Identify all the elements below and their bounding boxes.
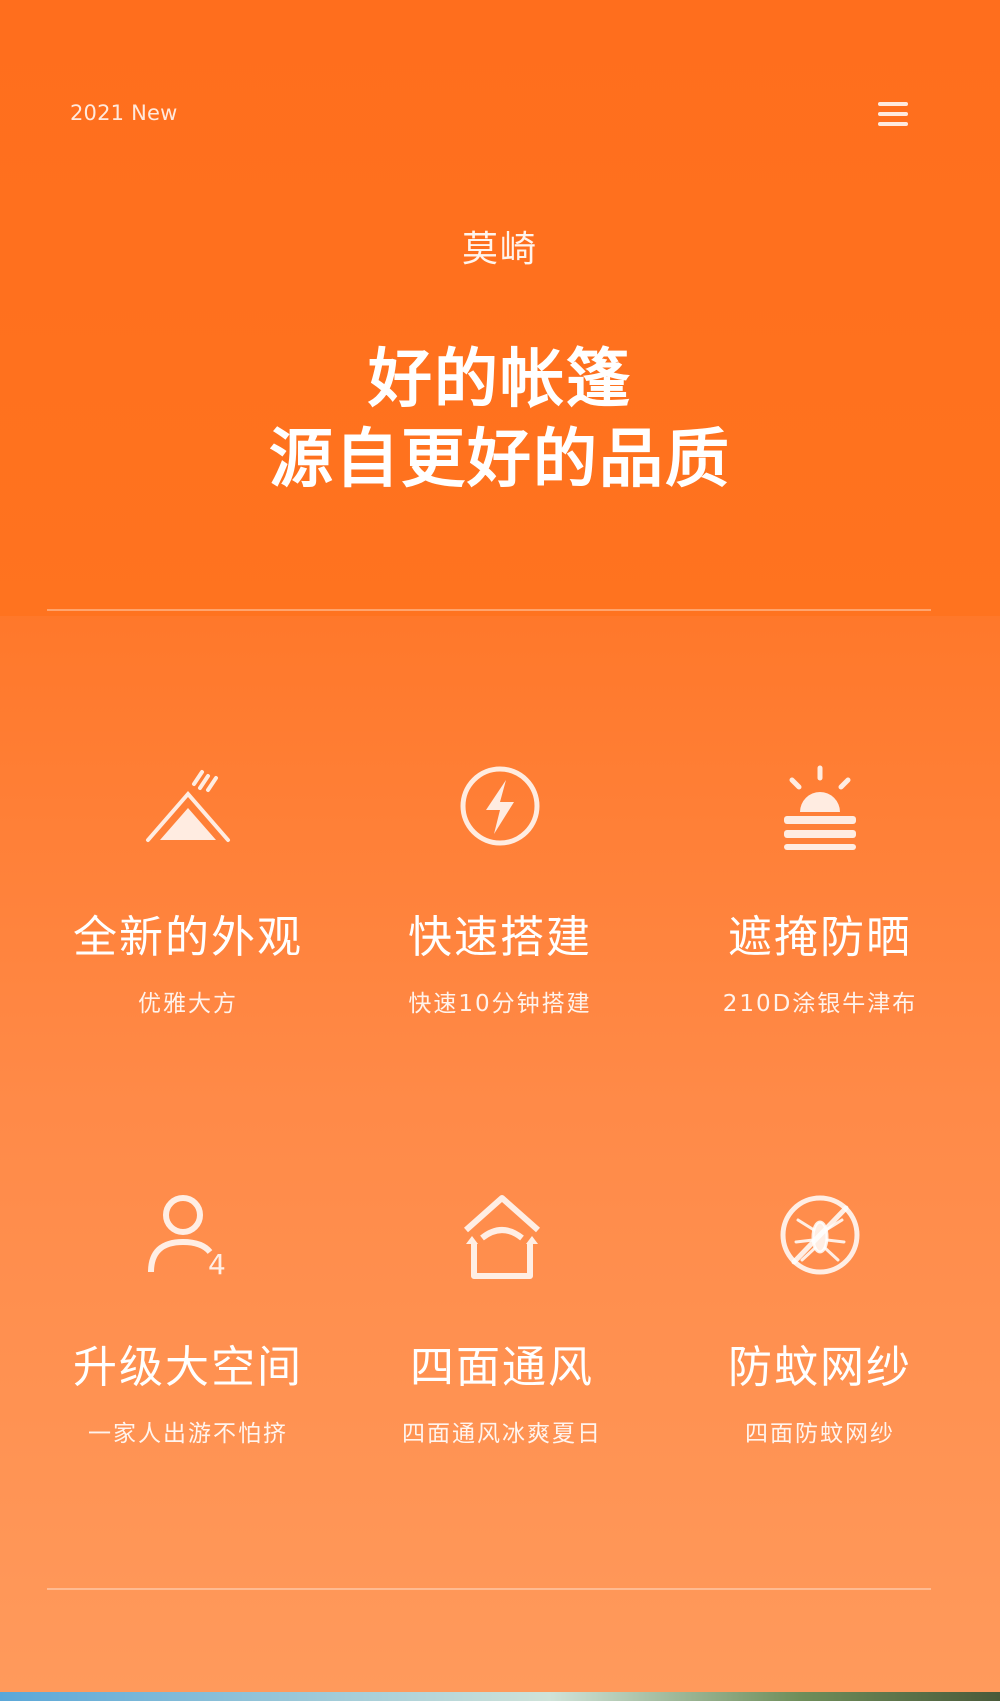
feature-subtitle: 四面防蚊网纱 [745, 1421, 895, 1447]
no-mosquito-icon [770, 1190, 870, 1280]
feature-sunshade: 遮掩防晒 210D涂银牛津布 [670, 760, 970, 1018]
feature-ventilation: 四面通风 四面通风冰爽夏日 [352, 1190, 652, 1448]
feature-subtitle: 210D涂银牛津布 [722, 991, 918, 1017]
year-badge: 2021 New [70, 101, 178, 125]
feature-title: 遮掩防晒 [728, 912, 912, 963]
feature-subtitle: 四面通风冰爽夏日 [402, 1421, 602, 1447]
feature-title: 四面通风 [410, 1342, 594, 1393]
top-divider [47, 609, 931, 611]
feature-title: 升级大空间 [73, 1342, 303, 1393]
feature-subtitle: 一家人出游不怕挤 [88, 1421, 288, 1447]
next-section-image-edge [0, 1692, 1000, 1701]
top-bar: 2021 New [0, 0, 1000, 230]
feature-subtitle: 快速10分钟搭建 [408, 991, 592, 1017]
brand-name: 莫崎 [461, 229, 538, 270]
svg-text:4: 4 [208, 1248, 226, 1280]
sun-shade-icon [770, 760, 870, 850]
feature-title: 快速搭建 [408, 912, 592, 963]
user-four-icon: 4 [138, 1190, 238, 1281]
feature-appearance: 全新的外观 优雅大方 [38, 760, 338, 1018]
headline-line-2: 源自更好的品质 [269, 423, 731, 497]
bottom-divider [47, 1588, 931, 1590]
tent-icon [138, 760, 238, 850]
lightning-icon [450, 760, 550, 850]
headline-line-1: 好的帐篷 [368, 343, 632, 417]
ventilation-house-icon [452, 1190, 552, 1280]
hero-headline: 好的帐篷 源自更好的品质 [0, 340, 1000, 500]
feature-quick-setup: 快速搭建 快速10分钟搭建 [350, 760, 650, 1018]
feature-title: 全新的外观 [73, 912, 303, 963]
feature-title: 防蚊网纱 [728, 1342, 912, 1393]
feature-mosquito-net: 防蚊网纱 四面防蚊网纱 [670, 1190, 970, 1448]
feature-space: 4 升级大空间 一家人出游不怕挤 [38, 1190, 338, 1448]
menu-icon[interactable] [878, 102, 908, 126]
feature-subtitle: 优雅大方 [138, 991, 238, 1017]
